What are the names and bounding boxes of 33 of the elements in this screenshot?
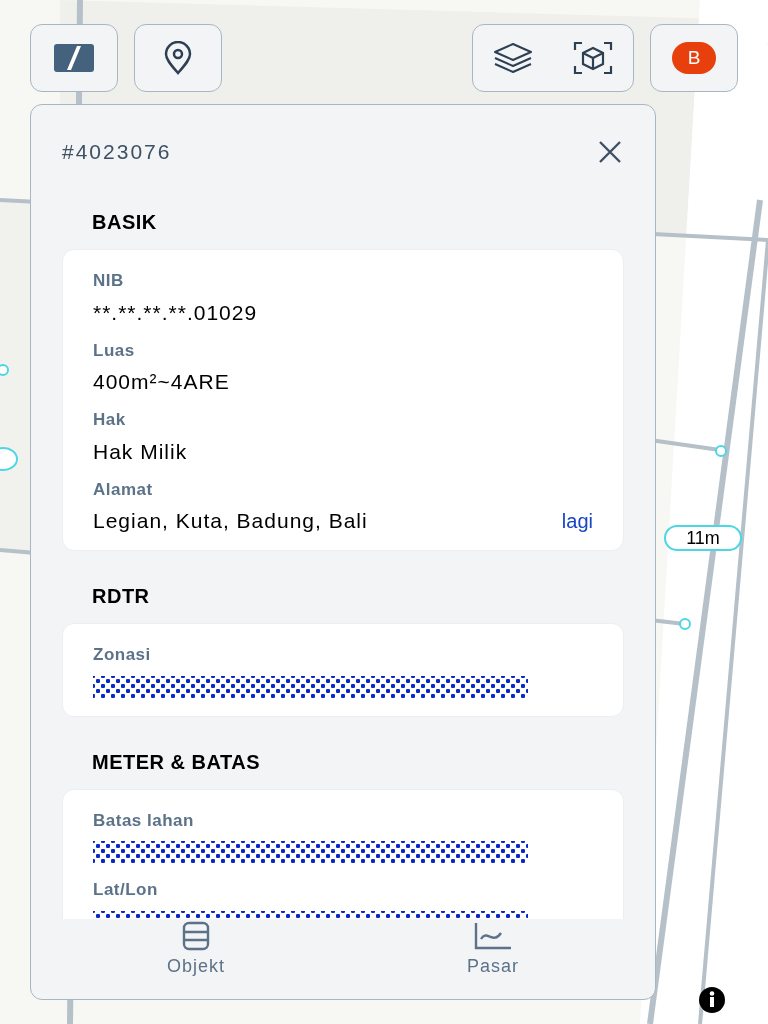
field-value: 400m²~4ARE [93, 369, 230, 396]
database-icon [181, 921, 211, 951]
field-label: Batas lahan [93, 809, 195, 832]
field-label: Zonasi [93, 644, 152, 666]
location-pin-icon [163, 41, 193, 75]
cube-icon [573, 41, 613, 75]
parcel-id: #4023076 [62, 139, 172, 166]
field-label: NIB [93, 270, 125, 292]
3d-view-button[interactable] [573, 41, 613, 75]
section-heading: RDTR [91, 584, 151, 609]
avatar-button[interactable]: B [650, 24, 738, 92]
section-heading: METER & BATAS [91, 749, 261, 775]
field-value: Hak Milik [93, 438, 188, 465]
info-icon [698, 986, 726, 1014]
logo-icon [54, 42, 94, 74]
location-button[interactable] [134, 24, 222, 92]
nav-tab[interactable]: Objekt [167, 921, 226, 980]
close-icon [598, 140, 622, 164]
layers-button[interactable] [493, 42, 533, 74]
field-value: Legian, Kuta, Badung, Bali [93, 508, 368, 535]
more-link[interactable]: lagi [561, 506, 593, 536]
field-value: **.**.**.**.01029 [93, 299, 258, 326]
field-label: Lat/Lon [93, 879, 159, 901]
field-label: Hak [93, 409, 127, 431]
chart-icon [473, 921, 513, 951]
avatar: B [672, 42, 716, 74]
section-heading: BASIK [91, 210, 158, 235]
measurement-label: 11m [664, 525, 742, 551]
nav-tab[interactable]: Pasar [466, 921, 519, 980]
field-label: Alamat [93, 478, 154, 501]
layers-icon [493, 42, 533, 74]
logo-button[interactable] [30, 24, 118, 92]
field-label: Luas [93, 339, 136, 362]
